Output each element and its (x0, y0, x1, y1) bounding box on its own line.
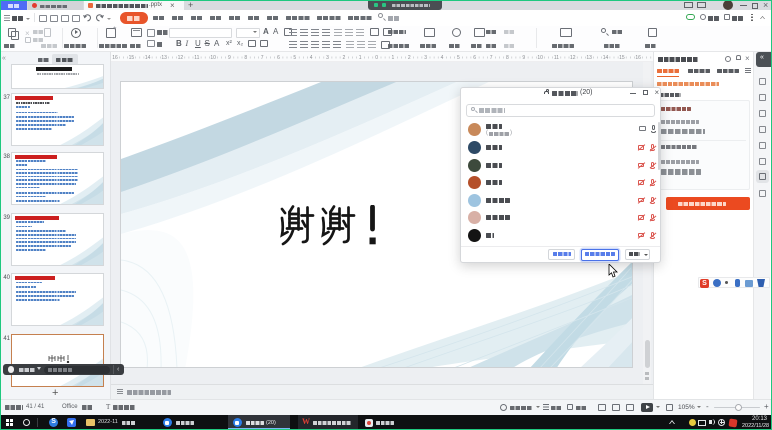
svg-text:5: 5 (293, 55, 296, 61)
svg-text:9: 9 (228, 55, 231, 61)
svg-text:3: 3 (326, 55, 329, 61)
svg-text:8: 8 (506, 55, 509, 61)
svg-text:4: 4 (310, 55, 313, 61)
svg-text:10: 10 (210, 55, 216, 61)
svg-text:11: 11 (194, 55, 199, 61)
svg-text:7: 7 (490, 55, 493, 61)
svg-text:15: 15 (129, 55, 135, 61)
svg-text:11: 11 (554, 55, 559, 61)
svg-text:15: 15 (619, 55, 625, 61)
svg-text:8: 8 (244, 55, 247, 61)
svg-text:6: 6 (473, 55, 476, 61)
svg-text:2: 2 (343, 55, 346, 61)
svg-text:3: 3 (424, 55, 427, 61)
svg-text:6: 6 (277, 55, 280, 61)
svg-text:13: 13 (161, 55, 167, 61)
svg-text:12: 12 (570, 55, 576, 61)
svg-text:10: 10 (537, 55, 543, 61)
svg-text:14: 14 (145, 55, 151, 61)
svg-text:13: 13 (586, 55, 592, 61)
svg-text:2: 2 (408, 55, 411, 61)
svg-text:7: 7 (261, 55, 264, 61)
svg-text:1: 1 (359, 55, 362, 61)
svg-text:9: 9 (522, 55, 525, 61)
svg-text:14: 14 (603, 55, 609, 61)
svg-text:16: 16 (635, 55, 641, 61)
svg-text:1: 1 (392, 55, 395, 61)
svg-text:4: 4 (441, 55, 444, 61)
svg-text:0: 0 (375, 55, 378, 61)
svg-text:12: 12 (178, 55, 184, 61)
svg-text:5: 5 (457, 55, 460, 61)
svg-text:16: 16 (112, 55, 118, 61)
